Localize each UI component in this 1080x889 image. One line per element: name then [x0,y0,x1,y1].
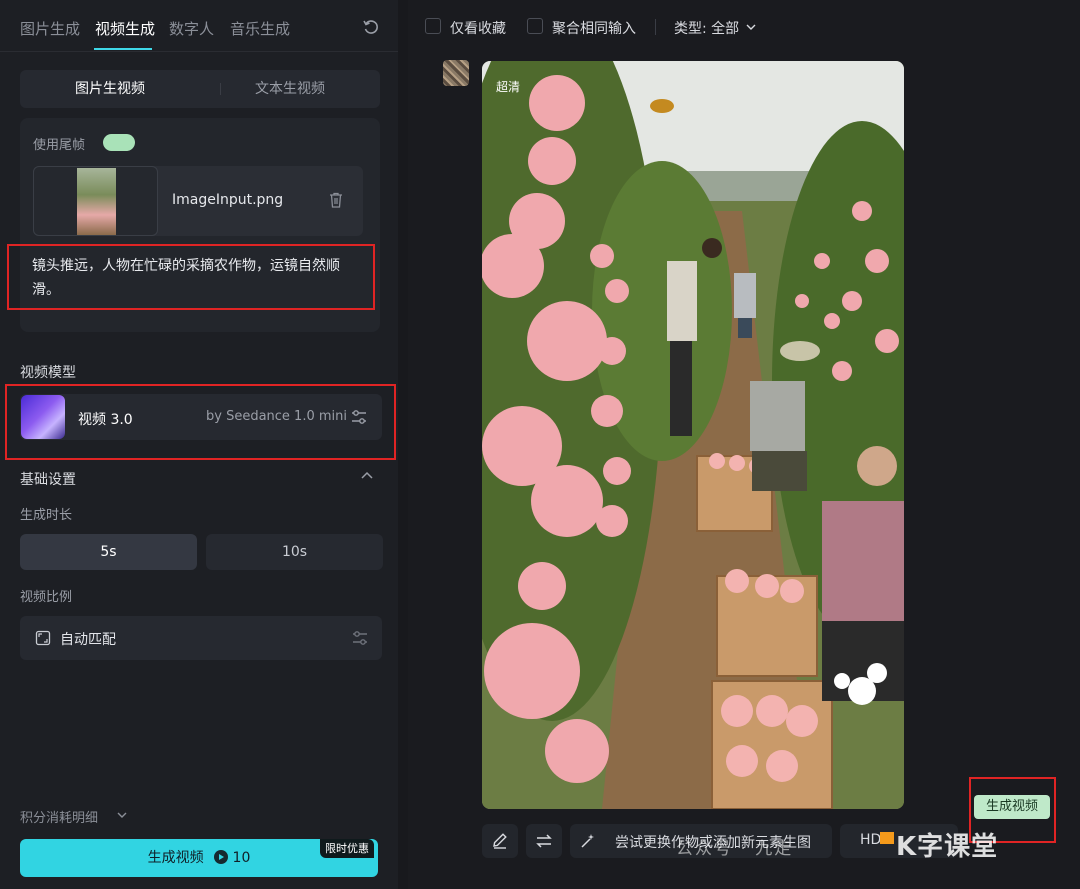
watermark-logo-mark [880,832,894,844]
video-model-label: 视频模型 [20,365,76,381]
left-panel: 图片生成 视频生成 数字人 音乐生成 图片生视频 文本生视频 使用尾帧 Imag… [0,0,398,889]
chevron-down-icon[interactable] [116,810,128,820]
result-generate-video-button[interactable]: 生成视频 [974,795,1050,819]
ratio-selector[interactable]: 自动匹配 [20,616,382,660]
credit-coin-icon [214,850,229,864]
edit-button[interactable] [482,824,518,858]
merge-checkbox[interactable] [527,18,543,34]
chevron-down-icon[interactable] [746,23,756,31]
settings-sliders-icon[interactable] [351,629,369,647]
tail-frame-toggle[interactable] [103,134,135,151]
ratio-value: 自动匹配 [60,632,116,648]
credits-detail-link[interactable]: 积分消耗明细 [20,807,98,826]
repeat-icon [536,834,552,848]
watermark-text: 公众号 · 九走 [676,839,794,859]
image-thumbnail [77,168,116,235]
watermark-logo-text: K字课堂 [896,832,999,862]
promo-badge: 限时优惠 [320,839,374,858]
generate-cost: 10 [232,850,251,866]
chevron-up-icon[interactable] [360,470,374,482]
duration-label: 生成时长 [20,508,73,523]
image-thumbnail-frame[interactable] [33,166,158,236]
favorites-label[interactable]: 仅看收藏 [450,18,506,38]
tab-music-gen[interactable]: 音乐生成 [230,18,290,39]
generate-label: 生成视频 [147,850,204,866]
segment-text-to-video[interactable]: 文本生视频 [200,70,380,108]
magic-wand-icon [581,834,594,848]
pencil-icon [493,833,507,849]
active-tab-indicator [94,48,152,50]
prompt-highlight-box [7,244,375,310]
tab-digital-human[interactable]: 数字人 [169,18,214,39]
generated-video[interactable] [482,61,904,809]
quality-badge: 超清 [496,80,521,94]
favorites-checkbox[interactable] [425,18,441,34]
duration-5s-button[interactable]: 5s [20,534,197,570]
tab-image-gen[interactable]: 图片生成 [20,18,80,39]
image-input-row[interactable]: ImageInput.png [33,166,363,236]
model-highlight-box [5,384,396,460]
tail-frame-label: 使用尾帧 [33,138,86,153]
basic-settings-label: 基础设置 [20,472,76,488]
type-filter[interactable]: 类型: 全部 [674,18,739,38]
trash-icon[interactable] [329,192,343,208]
filter-divider [655,19,656,35]
tab-video-gen[interactable]: 视频生成 [95,18,155,39]
segment-image-to-video[interactable]: 图片生视频 [20,70,200,108]
image-filename: ImageInput.png [172,192,284,208]
refresh-icon[interactable] [362,18,380,36]
avatar [443,60,469,86]
video-frame-image [482,61,904,809]
ratio-label: 视频比例 [20,590,73,605]
merge-label[interactable]: 聚合相同输入 [552,18,636,38]
hd-button-label: HD [860,832,882,848]
aspect-ratio-icon [35,630,51,646]
top-tabs: 图片生成 视频生成 数字人 音乐生成 [0,0,398,52]
regenerate-button[interactable] [526,824,562,858]
mode-segment: 图片生视频 文本生视频 [20,70,380,108]
duration-10s-button[interactable]: 10s [206,534,383,570]
